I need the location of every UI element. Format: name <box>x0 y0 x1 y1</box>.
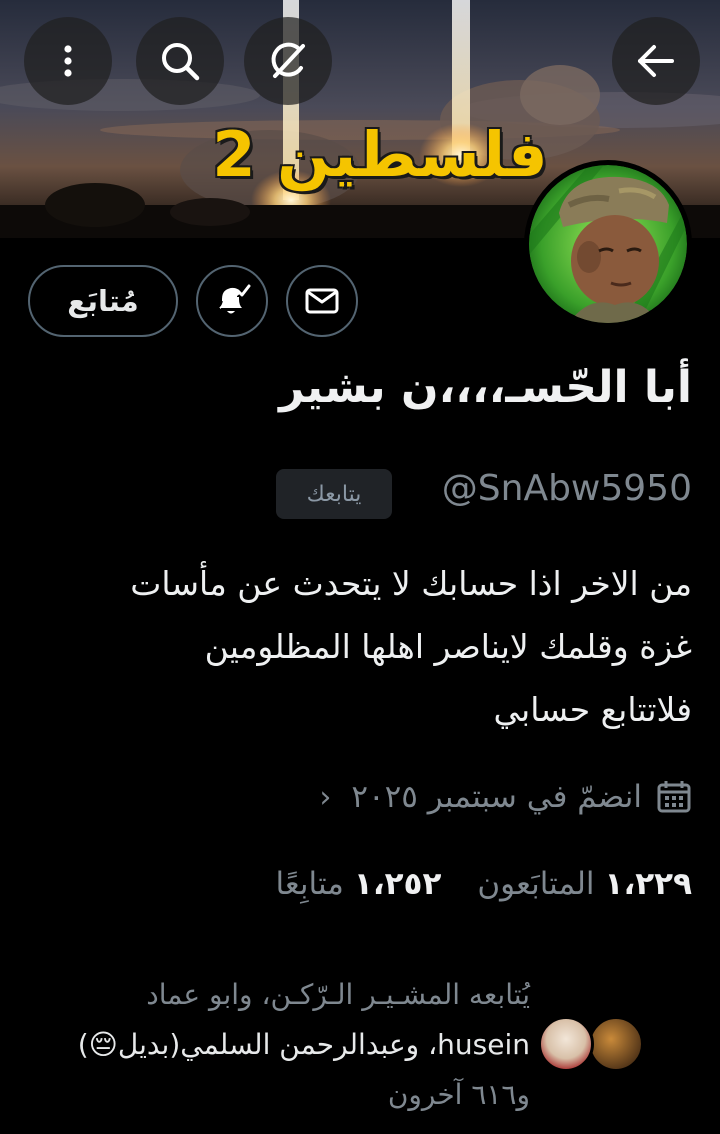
mail-icon <box>305 288 339 314</box>
profile-avatar[interactable] <box>524 160 692 328</box>
following-button-label: مُتابَع <box>67 284 139 318</box>
bio-line: غزة وقلمك لايناصر اهلها المظلومين <box>204 627 692 666</box>
joined-date[interactable]: انضمّ في سبتمبر ٢٠٢٥ ‹ <box>319 779 692 815</box>
more-button[interactable] <box>24 17 112 105</box>
following-label: متابِعًا <box>275 866 344 902</box>
known-followers-line: و٦١٦ آخرون <box>387 1078 530 1111</box>
followers-you-know[interactable]: يُتابعه المشـيـر الـرّكـن، وابو عماد hus… <box>30 970 530 1120</box>
banner-title: فلسطين 2 <box>212 118 548 191</box>
bell-check-icon <box>219 284 251 314</box>
arrow-left-icon <box>638 45 674 77</box>
known-follower-avatar <box>538 1016 594 1072</box>
message-button[interactable] <box>286 265 358 337</box>
avatar-image <box>529 165 687 323</box>
back-button[interactable] <box>612 17 700 105</box>
bio-line: فلاتتابع حسابي <box>493 690 692 729</box>
known-follower-names: ، وعبدالرحمن السلمي(بديل😔) <box>77 1028 438 1061</box>
following-link[interactable]: ١،٢٥٢ متابِعًا <box>275 866 441 902</box>
more-vertical-icon <box>64 45 72 77</box>
calendar-icon <box>657 781 691 813</box>
known-follower-avatar <box>588 1016 644 1072</box>
known-follower-name: husein <box>437 1028 530 1061</box>
notifications-button[interactable] <box>196 265 268 337</box>
bio-line: من الاخر اذا حسابك لا يتحدث عن مأسات <box>130 564 692 603</box>
following-count: ١،٢٥٢ <box>353 866 442 902</box>
followers-count: ١،٢٢٩ <box>604 866 692 902</box>
profile-bio: من الاخر اذا حسابك لا يتحدث عن مأسات غزة… <box>22 552 692 741</box>
user-handle: @SnAbw5950 <box>441 468 692 509</box>
follows-you-badge: يتابعك <box>276 469 392 519</box>
search-button[interactable] <box>136 17 224 105</box>
chevron-left-icon: ‹ <box>319 779 332 815</box>
following-button[interactable]: مُتابَع <box>28 265 178 337</box>
grok-button[interactable] <box>244 17 332 105</box>
followers-link[interactable]: ١،٢٢٩ المتابَعون <box>477 866 692 902</box>
followers-label: المتابَعون <box>477 866 595 902</box>
display-name: أبا الحّسـ،،،،ن بشير <box>279 362 692 413</box>
profile-stats: ١،٢٢٩ المتابَعون ١،٢٥٢ متابِعًا <box>275 866 692 902</box>
search-icon <box>162 43 200 81</box>
known-followers-line: يُتابعه المشـيـر الـرّكـن، وابو عماد <box>146 978 530 1011</box>
grok-icon <box>271 42 305 78</box>
known-followers-line: husein، وعبدالرحمن السلمي(بديل😔) <box>30 1020 530 1070</box>
joined-date-text: انضمّ في سبتمبر ٢٠٢٥ <box>351 779 642 815</box>
